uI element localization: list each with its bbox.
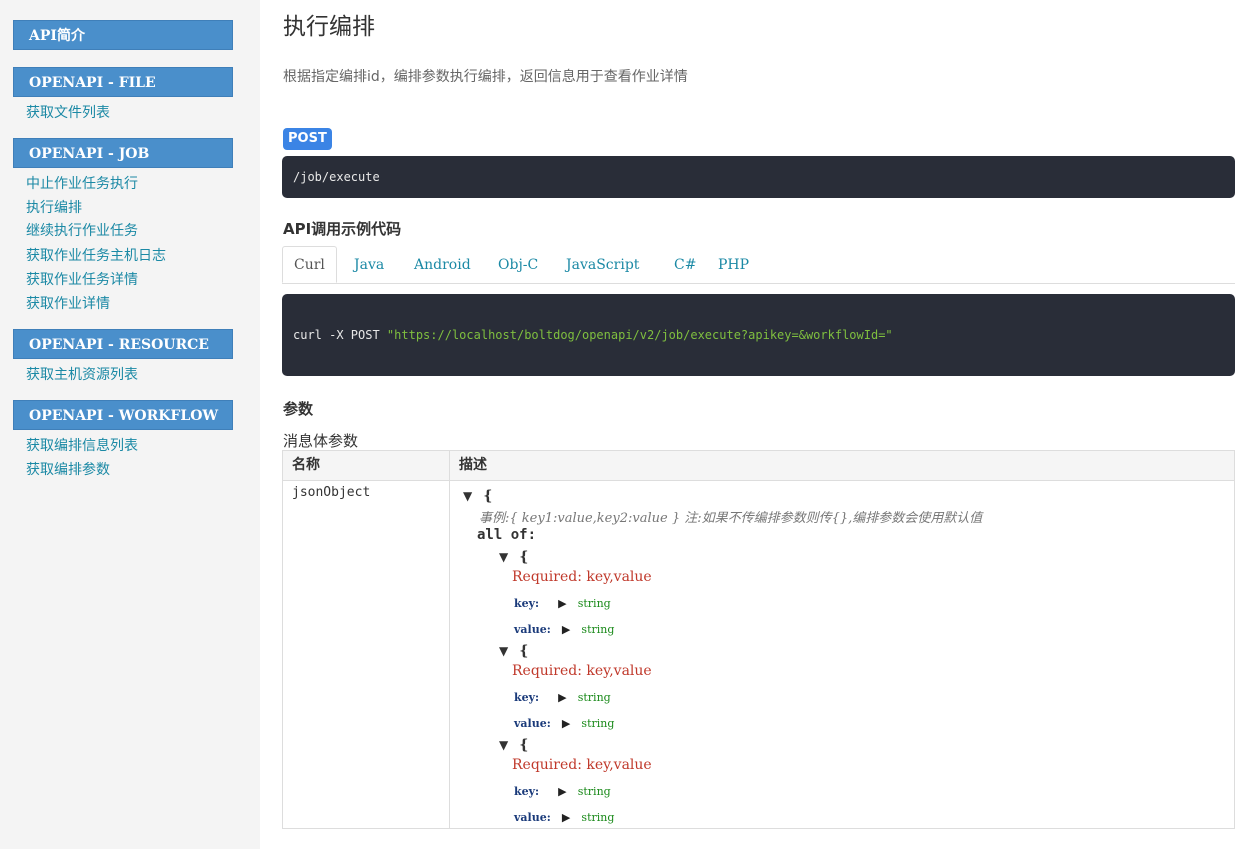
- prop-type: string: [581, 811, 615, 824]
- prop-type: string: [581, 623, 615, 636]
- tab-csharp[interactable]: C#: [674, 246, 696, 283]
- code-command: curl -X POST: [293, 328, 387, 342]
- prop-key-row: key: ▶ string: [514, 780, 611, 799]
- method-badge: POST: [283, 128, 332, 150]
- tab-php[interactable]: PHP: [718, 246, 749, 283]
- required-fields: Required: key,value: [512, 569, 652, 585]
- tab-java[interactable]: Java: [354, 246, 384, 283]
- sidebar-item-stop-job-task[interactable]: 中止作业任务执行: [26, 174, 138, 194]
- expand-triangle-icon[interactable]: ▶: [558, 597, 566, 610]
- prop-type: string: [577, 597, 611, 610]
- expand-triangle-icon[interactable]: ▶: [558, 691, 566, 704]
- endpoint-path: /job/execute: [282, 156, 1235, 198]
- prop-value-label: value:: [514, 811, 551, 824]
- params-table-header: 名称 描述: [283, 451, 1234, 481]
- collapse-triangle-icon[interactable]: ▼: [463, 489, 472, 503]
- open-brace: {: [519, 643, 529, 659]
- collapse-triangle-icon[interactable]: ▼: [499, 550, 508, 564]
- prop-type: string: [581, 717, 615, 730]
- prop-key-label: key:: [514, 785, 540, 798]
- sidebar-item-workflow-params[interactable]: 获取编排参数: [26, 460, 110, 480]
- sidebar-item-host-resource-list[interactable]: 获取主机资源列表: [26, 365, 138, 385]
- sidebar: API简介 OPENAPI - FILE 获取文件列表 OPENAPI - JO…: [0, 0, 260, 849]
- allof-item-3-row[interactable]: ▼ {: [499, 734, 528, 753]
- sidebar-section-openapi-file[interactable]: OPENAPI - FILE: [13, 67, 233, 97]
- allof-item-2-row[interactable]: ▼ {: [499, 640, 528, 659]
- params-heading: 参数: [283, 400, 314, 418]
- page-title: 执行编排: [283, 14, 375, 40]
- prop-key-row: key: ▶ string: [514, 686, 611, 705]
- expand-triangle-icon[interactable]: ▶: [562, 811, 570, 824]
- sidebar-item-job-task-host-log[interactable]: 获取作业任务主机日志: [26, 246, 166, 266]
- prop-value-label: value:: [514, 623, 551, 636]
- sidebar-item-workflow-info-list[interactable]: 获取编排信息列表: [26, 436, 138, 456]
- prop-key-label: key:: [514, 597, 540, 610]
- sidebar-section-api-intro[interactable]: API简介: [13, 20, 233, 50]
- expand-triangle-icon[interactable]: ▶: [562, 717, 570, 730]
- open-brace: {: [519, 737, 529, 753]
- schema-example: 事例:{ key1:value,key2:value } 注:如果不传编排参数则…: [479, 511, 983, 526]
- open-brace: {: [483, 488, 493, 504]
- prop-value-row: value: ▶ string: [514, 618, 614, 637]
- sidebar-item-continue-job-task[interactable]: 继续执行作业任务: [26, 221, 138, 241]
- expand-triangle-icon[interactable]: ▶: [558, 785, 566, 798]
- all-of-label: all of:: [477, 527, 537, 543]
- sidebar-section-openapi-workflow[interactable]: OPENAPI - WORKFLOW: [13, 400, 233, 430]
- prop-key-label: key:: [514, 691, 540, 704]
- expand-triangle-icon[interactable]: ▶: [562, 623, 570, 636]
- prop-key-row: key: ▶ string: [514, 592, 611, 611]
- sidebar-section-openapi-resource[interactable]: OPENAPI - RESOURCE: [13, 329, 233, 359]
- sidebar-item-job-task-detail[interactable]: 获取作业任务详情: [26, 270, 138, 290]
- example-code-heading: API调用示例代码: [283, 220, 402, 238]
- col-name-header: 名称: [292, 457, 320, 473]
- sidebar-item-get-file-list[interactable]: 获取文件列表: [26, 103, 110, 123]
- collapse-triangle-icon[interactable]: ▼: [499, 738, 508, 752]
- sidebar-item-job-detail[interactable]: 获取作业详情: [26, 294, 110, 314]
- prop-value-row: value: ▶ string: [514, 712, 614, 731]
- required-fields: Required: key,value: [512, 663, 652, 679]
- sidebar-item-execute-workflow[interactable]: 执行编排: [26, 198, 82, 218]
- page-description: 根据指定编排id，编排参数执行编排，返回信息用于查看作业详情: [283, 69, 688, 85]
- col-desc-header: 描述: [459, 457, 487, 473]
- body-params-label: 消息体参数: [283, 432, 359, 450]
- open-brace: {: [519, 549, 529, 565]
- prop-value-label: value:: [514, 717, 551, 730]
- tab-android[interactable]: Android: [414, 246, 471, 283]
- example-code-block: curl -X POST "https://localhost/boltdog/…: [282, 294, 1235, 376]
- prop-type: string: [577, 785, 611, 798]
- tab-objc[interactable]: Obj-C: [498, 246, 538, 283]
- param-name: jsonObject: [292, 485, 371, 500]
- prop-value-row: value: ▶ string: [514, 806, 614, 825]
- required-fields: Required: key,value: [512, 757, 652, 773]
- prop-type: string: [577, 691, 611, 704]
- params-table: 名称 描述 jsonObject ▼ { 事例:{ key1:value,key…: [282, 450, 1235, 829]
- code-language-tabs: Curl Java Android Obj-C JavaScript C# PH…: [282, 246, 1235, 284]
- sidebar-section-openapi-job[interactable]: OPENAPI - JOB: [13, 138, 233, 168]
- collapse-triangle-icon[interactable]: ▼: [499, 644, 508, 658]
- column-divider: [449, 451, 450, 828]
- tab-javascript[interactable]: JavaScript: [566, 246, 639, 283]
- schema-root-row[interactable]: ▼ {: [463, 485, 492, 504]
- allof-item-1-row[interactable]: ▼ {: [499, 546, 528, 565]
- code-url-string: "https://localhost/boltdog/openapi/v2/jo…: [386, 328, 893, 342]
- tab-curl[interactable]: Curl: [282, 246, 337, 283]
